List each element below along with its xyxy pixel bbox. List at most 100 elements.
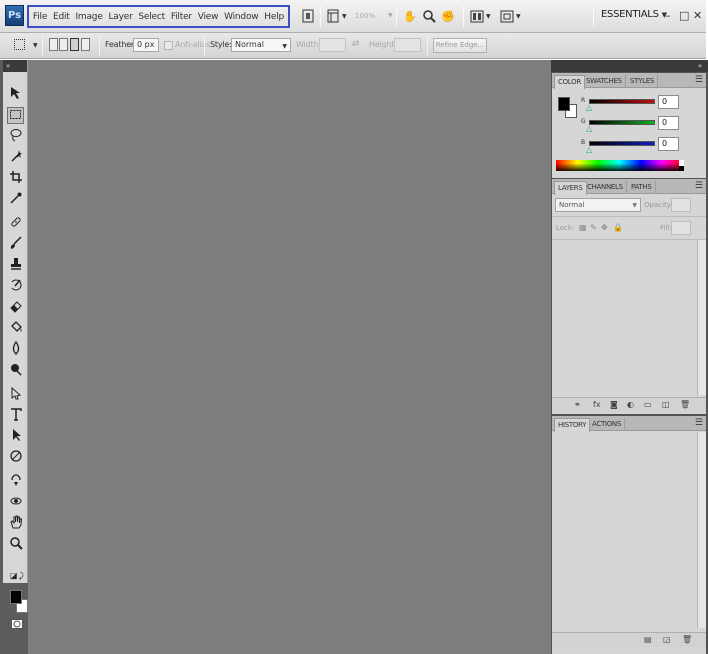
default-colors-icon[interactable]: ◪: [10, 571, 18, 580]
blur-tool-icon[interactable]: [7, 340, 24, 358]
width-field[interactable]: [319, 38, 346, 52]
menu-view[interactable]: View: [198, 12, 219, 22]
layer-style-icon[interactable]: fx: [593, 400, 601, 409]
menu-layer[interactable]: Layer: [108, 12, 132, 22]
screen-mode-button[interactable]: ▼: [500, 7, 521, 25]
swap-colors-icon[interactable]: ⤸: [19, 571, 24, 581]
brush-tool-icon[interactable]: [7, 236, 24, 253]
green-value-field[interactable]: 0: [658, 116, 679, 130]
new-selection-button[interactable]: [49, 38, 58, 51]
maximize-button[interactable]: □: [679, 9, 689, 22]
opacity-field[interactable]: [671, 198, 691, 212]
shape-tool-icon[interactable]: [7, 449, 24, 466]
red-slider-thumb[interactable]: △: [586, 103, 592, 112]
fill-field[interactable]: [671, 221, 691, 235]
hand-tool-button[interactable]: ✋: [403, 7, 417, 25]
history-scrollbar[interactable]: [697, 432, 706, 628]
color-panel-foreground-swatch[interactable]: [558, 97, 570, 111]
eyedropper-tool-icon[interactable]: [7, 191, 24, 208]
rotate-view-button[interactable]: ✊: [441, 7, 455, 25]
tab-color[interactable]: COLOR: [554, 75, 585, 89]
panel-collapse-button[interactable]: «: [698, 60, 702, 72]
toolbox-collapse-button[interactable]: »: [3, 60, 27, 72]
layers-scrollbar[interactable]: [697, 240, 706, 395]
height-field[interactable]: [394, 38, 421, 52]
panel-menu-icon[interactable]: ☰: [695, 181, 703, 191]
green-slider[interactable]: [589, 120, 655, 125]
delete-layer-icon[interactable]: 🗑: [680, 400, 690, 409]
green-slider-thumb[interactable]: △: [586, 124, 592, 133]
tab-layers[interactable]: LAYERS: [554, 181, 587, 195]
minimize-button[interactable]: –: [665, 9, 671, 22]
tab-actions[interactable]: ACTIONS: [589, 418, 625, 431]
history-brush-tool-icon[interactable]: [7, 278, 24, 295]
spectrum-black-swatch[interactable]: [679, 166, 684, 171]
tab-styles[interactable]: STYLES: [627, 75, 658, 88]
subtract-selection-button[interactable]: [70, 38, 79, 51]
menu-select[interactable]: Select: [138, 12, 165, 22]
healing-brush-tool-icon[interactable]: [7, 215, 24, 232]
new-document-from-state-icon[interactable]: ▤: [644, 635, 652, 644]
lasso-tool-icon[interactable]: [7, 128, 24, 145]
panel-menu-icon[interactable]: ☰: [695, 75, 703, 85]
blue-slider-thumb[interactable]: △: [586, 145, 592, 154]
delete-state-icon[interactable]: 🗑: [682, 635, 692, 644]
feather-field[interactable]: 0 px: [133, 38, 159, 52]
menu-filter[interactable]: Filter: [171, 12, 192, 22]
red-slider[interactable]: [589, 99, 655, 104]
anti-alias-checkbox[interactable]: [164, 41, 173, 50]
menu-edit[interactable]: Edit: [53, 12, 70, 22]
new-snapshot-icon[interactable]: ◲: [663, 635, 671, 644]
link-layers-icon[interactable]: ⚭: [574, 400, 581, 409]
launch-bridge-button[interactable]: [301, 7, 315, 25]
lock-pixels-icon[interactable]: ✎: [590, 223, 597, 232]
menu-window[interactable]: Window: [224, 12, 258, 22]
workspace-switcher[interactable]: ESSENTIALS ▼: [601, 9, 667, 20]
chevron-down-icon[interactable]: ▼: [33, 42, 38, 49]
refine-edge-button[interactable]: Refine Edge...: [433, 38, 487, 53]
tab-channels[interactable]: CHANNELS: [584, 181, 627, 194]
color-spectrum-ramp[interactable]: [556, 160, 683, 171]
pen-tool-icon[interactable]: [7, 386, 24, 403]
quick-mask-icon[interactable]: [11, 618, 23, 633]
lock-all-icon[interactable]: 🔒: [613, 223, 623, 232]
swap-dimensions-icon[interactable]: ⇄: [352, 39, 360, 49]
photoshop-logo[interactable]: Ps: [5, 5, 24, 26]
path-selection-tool-icon[interactable]: [7, 428, 24, 445]
menu-image[interactable]: Image: [75, 12, 102, 22]
blue-slider[interactable]: [589, 141, 655, 146]
blend-mode-select[interactable]: Normal ▼: [555, 198, 641, 212]
tool-preset-picker[interactable]: [14, 39, 25, 50]
arrange-documents-button[interactable]: ▼: [470, 7, 491, 25]
zoom-chevron-icon[interactable]: ▼: [388, 12, 393, 19]
rectangular-marquee-tool-icon[interactable]: [7, 107, 24, 124]
new-layer-icon[interactable]: ◫: [662, 400, 670, 409]
paint-bucket-tool-icon[interactable]: [7, 320, 24, 337]
crop-tool-icon[interactable]: [7, 170, 24, 187]
lock-position-icon[interactable]: ✥: [601, 223, 608, 232]
style-select[interactable]: Normal ▼: [231, 38, 291, 52]
foreground-color-swatch[interactable]: [10, 590, 22, 604]
tab-swatches[interactable]: SWATCHES: [583, 75, 626, 88]
dodge-tool-icon[interactable]: [7, 362, 24, 379]
layer-mask-icon[interactable]: ◙: [610, 400, 618, 409]
clone-stamp-tool-icon[interactable]: [7, 257, 24, 274]
magic-wand-tool-icon[interactable]: [7, 149, 24, 166]
zoom-level[interactable]: 100%: [355, 10, 385, 23]
adjustment-layer-icon[interactable]: ◐: [627, 400, 634, 409]
zoom-tool-button[interactable]: [422, 7, 436, 25]
blue-value-field[interactable]: 0: [658, 137, 679, 151]
tab-paths[interactable]: PATHS: [628, 181, 656, 194]
add-selection-button[interactable]: [59, 38, 68, 51]
intersect-selection-button[interactable]: [81, 38, 90, 51]
menu-help[interactable]: Help: [264, 12, 284, 22]
move-tool-icon[interactable]: [7, 86, 24, 103]
red-value-field[interactable]: 0: [658, 95, 679, 109]
new-group-icon[interactable]: ▭: [644, 400, 652, 409]
panel-menu-icon[interactable]: ☰: [695, 418, 703, 428]
3d-rotate-tool-icon[interactable]: [7, 473, 24, 490]
3d-orbit-tool-icon[interactable]: [7, 494, 24, 511]
menu-file[interactable]: File: [33, 12, 47, 22]
zoom-tool-icon[interactable]: [7, 536, 24, 553]
view-extras-button[interactable]: ▼: [326, 7, 347, 25]
